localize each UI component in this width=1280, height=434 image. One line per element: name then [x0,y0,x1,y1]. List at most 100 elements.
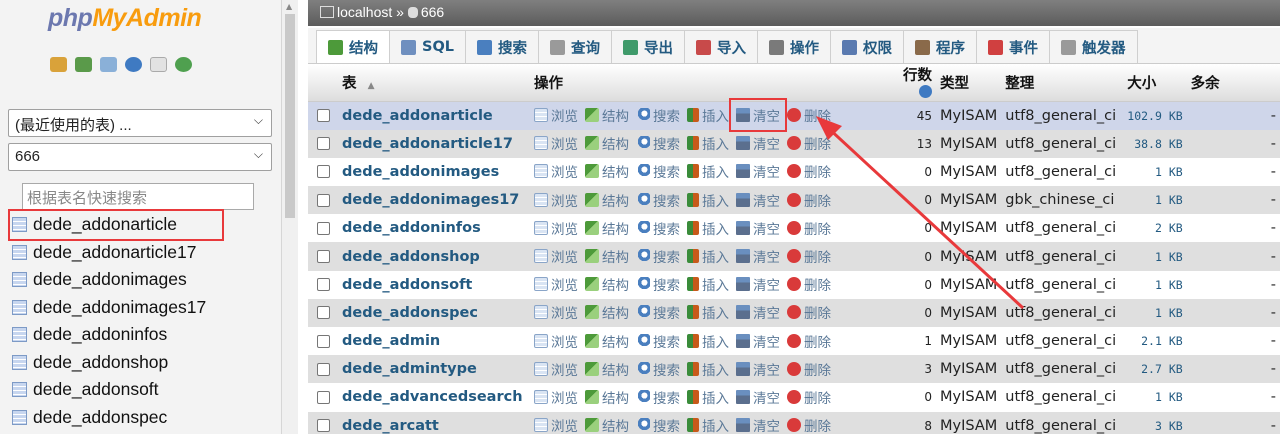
header-table[interactable]: 表 ▲ [338,64,530,102]
database-select[interactable]: 666 ⌵ [8,143,272,171]
tab-query[interactable]: 查询 [539,30,613,63]
tab-routines[interactable]: 程序 [904,30,978,63]
tab-import[interactable]: 导入 [685,30,759,63]
nav-table-label[interactable]: dede_addonspec [33,407,167,428]
search-action[interactable]: 搜索 [636,133,680,153]
empty-action[interactable]: 清空 [736,415,780,434]
drop-action[interactable]: 删除 [787,387,831,407]
nav-table-item[interactable]: dede_addonshop [10,349,282,377]
drop-action[interactable]: 删除 [787,415,831,434]
tab-export[interactable]: 导出 [612,30,686,63]
nav-scrollbar[interactable]: ▲ [282,0,298,434]
search-action[interactable]: 搜索 [636,218,680,238]
insert-action[interactable]: 插入 [687,274,729,294]
row-checkbox[interactable] [316,250,330,264]
table-name-link[interactable]: dede_addonimages17 [338,186,530,215]
table-size-link[interactable]: 1 KB [1123,186,1187,215]
browse-action[interactable]: 浏览 [534,359,578,379]
nav-table-item[interactable]: dede_addonspec [10,404,282,432]
table-icon[interactable] [12,217,27,233]
search-action[interactable]: 搜索 [636,274,680,294]
recent-tables-select[interactable]: (最近使用的表) ... ⌵ [8,109,272,137]
docs-icon[interactable] [150,57,167,72]
drop-action[interactable]: 删除 [787,274,831,294]
row-checkbox[interactable] [316,278,330,292]
browse-action[interactable]: 浏览 [534,415,578,434]
table-size-link[interactable]: 38.8 KB [1123,129,1187,158]
header-collation[interactable]: 整理 [1001,64,1124,102]
empty-action[interactable]: 清空 [729,98,787,133]
insert-action[interactable]: 插入 [687,190,729,210]
nav-table-label[interactable]: dede_addonimages17 [33,297,206,318]
structure-action[interactable]: 结构 [585,387,629,407]
drop-action[interactable]: 删除 [787,302,831,322]
browse-action[interactable]: 浏览 [534,302,578,322]
insert-action[interactable]: 插入 [687,133,729,153]
insert-action[interactable]: 插入 [687,359,729,379]
row-checkbox[interactable] [316,362,330,376]
table-size-link[interactable]: 2.7 KB [1123,355,1187,384]
table-icon[interactable] [12,244,27,260]
nav-table-label[interactable]: dede_addonarticle [33,214,177,235]
nav-table-item[interactable]: dede_addonarticle17 [10,239,282,267]
table-name-link[interactable]: dede_addonsoft [338,270,530,299]
home-icon[interactable] [50,57,67,72]
structure-action[interactable]: 结构 [585,274,629,294]
search-action[interactable]: 搜索 [636,359,680,379]
nav-table-item[interactable]: dede_addonsoft [10,376,282,404]
header-size[interactable]: 大小 [1123,64,1187,102]
table-name-link[interactable]: dede_admintype [338,355,530,384]
table-icon[interactable] [12,327,27,343]
insert-action[interactable]: 插入 [687,331,729,351]
empty-action[interactable]: 清空 [736,246,780,266]
empty-action[interactable]: 清空 [736,190,780,210]
structure-action[interactable]: 结构 [585,105,629,125]
table-size-link[interactable]: 3 KB [1123,411,1187,434]
nav-scrollbar-thumb[interactable] [285,14,295,218]
table-size-link[interactable]: 2.1 KB [1123,327,1187,356]
insert-action[interactable]: 插入 [687,161,729,181]
row-checkbox[interactable] [316,306,330,320]
browse-action[interactable]: 浏览 [534,246,578,266]
logo[interactable]: phpMyAdmin [48,4,202,33]
row-checkbox[interactable] [316,221,330,235]
insert-action[interactable]: 插入 [687,387,729,407]
row-checkbox[interactable] [316,109,330,123]
table-icon[interactable] [12,272,27,288]
table-size-link[interactable]: 2 KB [1123,214,1187,243]
structure-action[interactable]: 结构 [585,359,629,379]
drop-action[interactable]: 删除 [787,161,831,181]
structure-action[interactable]: 结构 [585,415,629,434]
drop-action[interactable]: 删除 [787,190,831,210]
breadcrumb-database[interactable]: 666 [421,4,444,20]
tab-search[interactable]: 搜索 [466,30,540,63]
search-action[interactable]: 搜索 [636,161,680,181]
table-icon[interactable] [12,409,27,425]
table-name-link[interactable]: dede_addoninfos [338,214,530,243]
table-name-link[interactable]: dede_addonimages [338,157,530,187]
browse-action[interactable]: 浏览 [534,161,578,181]
drop-action[interactable]: 删除 [787,359,831,379]
help-icon[interactable] [125,57,142,72]
nav-table-item[interactable]: dede_addonimages [10,266,282,294]
empty-action[interactable]: 清空 [736,359,780,379]
nav-table-label[interactable]: dede_addonshop [33,352,168,373]
table-icon[interactable] [12,354,27,370]
drop-action[interactable]: 删除 [787,218,831,238]
structure-action[interactable]: 结构 [585,218,629,238]
insert-action[interactable]: 插入 [687,302,729,322]
search-action[interactable]: 搜索 [636,190,680,210]
empty-action[interactable]: 清空 [736,387,780,407]
exit-icon[interactable] [75,57,92,72]
empty-action[interactable]: 清空 [736,274,780,294]
browse-action[interactable]: 浏览 [534,105,578,125]
drop-action[interactable]: 删除 [787,133,831,153]
table-size-link[interactable]: 1 KB [1123,383,1187,412]
insert-action[interactable]: 插入 [687,218,729,238]
help-icon[interactable] [919,85,932,98]
browse-action[interactable]: 浏览 [534,133,578,153]
nav-table-label[interactable]: dede_addonarticle17 [33,242,196,263]
tab-structure[interactable]: 结构 [316,30,390,63]
table-size-link[interactable]: 102.9 KB [1123,101,1187,130]
structure-action[interactable]: 结构 [585,190,629,210]
